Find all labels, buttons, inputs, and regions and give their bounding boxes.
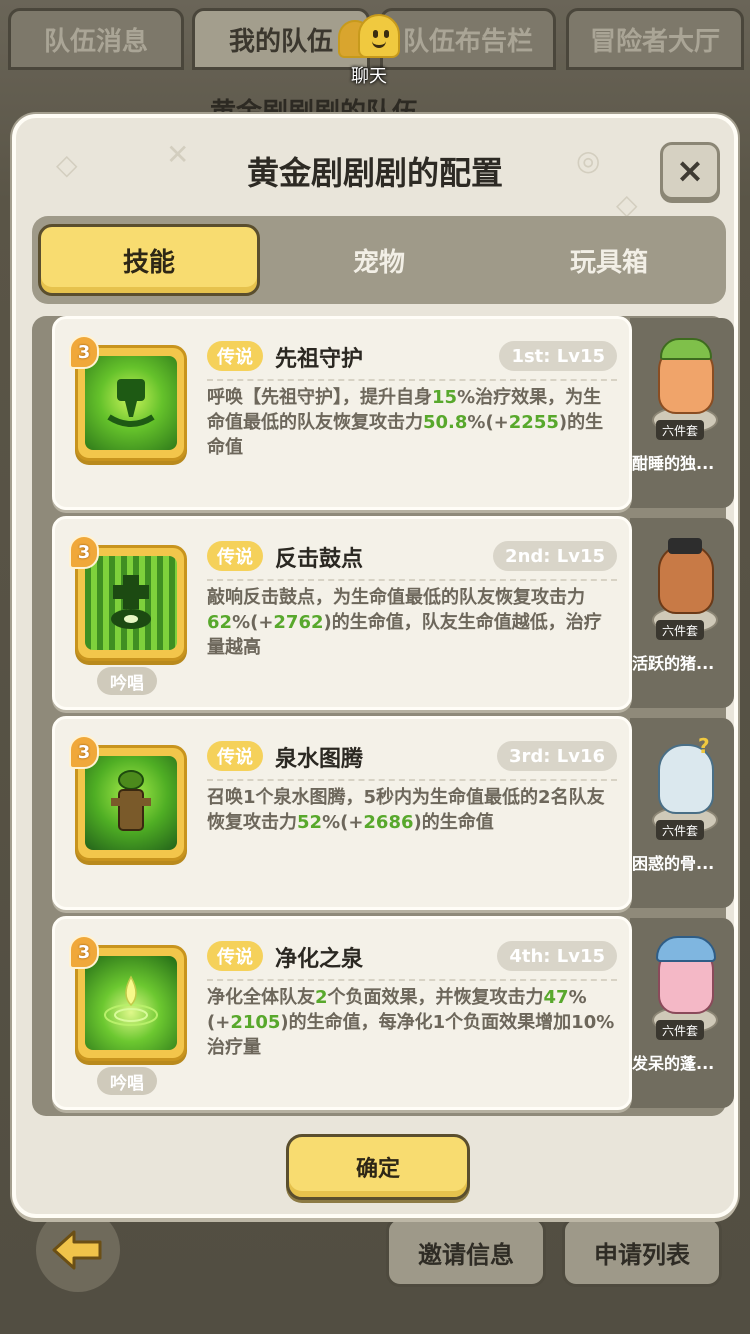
companion-slot[interactable]: 六件套 发呆的蓬... [630,918,734,1108]
set-badge: 六件套 [656,1020,705,1040]
tab-label: 我的队伍 [228,26,333,57]
invite-info-button[interactable]: 邀请信息 [386,1217,546,1287]
companion-slot[interactable]: ? 六件套 困惑的骨... [630,718,734,908]
companion-name: 活跃的猪... [632,654,715,673]
desc-text: 呼唤【先祖守护】，提升自身 [207,387,432,408]
skill-name: 净化之泉 [275,947,364,972]
skill-card[interactable]: 3 传说 泉水图腾 3rd: Lv16 召唤1个泉水图腾，5秒内为生命值最低的2… [52,716,632,910]
configuration-dialog: ◇ ✕ ◎ ◇ 黄金剧剧剧的配置 × 技能 宠物 玩具箱 六件套 酣睡的独...… [12,114,738,1218]
desc-text: %(+ [232,612,274,633]
skill-card[interactable]: 3 吟唱 传说 反击鼓点 2nd: Lv15 敲响反击鼓点，为生命值最低的队友恢… [52,516,632,710]
skill-level-tag: 2nd: Lv15 [493,541,617,571]
desc-value: 2105 [230,1012,281,1033]
desc-value: 2762 [273,612,324,633]
tab-label: 技能 [122,247,175,278]
button-label: 邀请信息 [418,1240,514,1269]
skill-name: 先祖守护 [275,347,364,372]
confirm-button[interactable]: 确定 [286,1134,470,1200]
close-icon: × [675,151,705,191]
arrow-left-icon [52,1230,102,1270]
desc-value: 52 [297,812,323,833]
chat-ghost-icon [334,12,404,60]
skill-description: 敲响反击鼓点，为生命值最低的队友恢复攻击力62%(+2762)的生命值，队友生命… [207,585,617,660]
skill-card[interactable]: 3 吟唱 传说 净化之泉 4th: Lv15 净化全体队友2个负面效果，并恢复攻… [52,916,632,1110]
divider [207,979,617,981]
desc-value: 2 [315,987,328,1008]
desc-text: %(+ [467,412,509,433]
config-tabs: 技能 宠物 玩具箱 [32,216,726,304]
skill-level-tag: 3rd: Lv16 [496,741,617,771]
rank-badge: 3 [69,535,99,569]
desc-text: 净化全体队友 [207,987,315,1008]
close-button[interactable]: × [660,142,720,200]
totem-icon [111,770,151,831]
divider [207,379,617,381]
rarity-tag: 传说 [207,541,263,571]
skill-card[interactable]: 3 传说 先祖守护 1st: Lv15 呼唤【先祖守护】，提升自身15%治疗效果… [52,316,632,510]
tab-label: 冒险者大厅 [589,26,720,57]
ancestor-guard-icon [107,379,155,427]
rank-badge: 3 [69,935,99,969]
skill-description: 净化全体队友2个负面效果，并恢复攻击力47%(+2105)的生命值，每净化1个负… [207,985,617,1060]
companion-name: 发呆的蓬... [632,1054,715,1073]
chat-button[interactable]: 聊天 [334,12,404,87]
button-label: 确定 [355,1157,400,1182]
back-button[interactable] [36,1208,120,1292]
skill-list: 六件套 酣睡的独... 六件套 活跃的猪... ? 六件套 困惑的骨... 六件… [32,316,734,1116]
tab-team-board[interactable]: 队伍布告栏 [380,8,556,70]
apply-list-button[interactable]: 申请列表 [562,1217,722,1287]
companion-slot[interactable]: 六件套 酣睡的独... [630,318,734,508]
drum-icon [111,575,151,629]
rank-badge: 3 [69,735,99,769]
desc-text: 个负面效果，并恢复攻击力 [327,987,544,1008]
skill-description: 召唤1个泉水图腾，5秒内为生命值最低的2名队友恢复攻击力52%(+2686)的生… [207,785,617,835]
desc-text: )的生命值 [413,812,494,833]
desc-value: 47 [543,987,569,1008]
skill-description: 呼唤【先祖守护】，提升自身15%治疗效果，为生命值最低的队友恢复攻击力50.8%… [207,385,617,460]
desc-text: 敲响反击鼓点，为生命值最低的队友恢复攻击力 [207,587,585,608]
skill-name: 泉水图腾 [275,747,364,772]
button-label: 申请列表 [594,1240,690,1269]
set-badge: 六件套 [656,420,705,440]
tab-adventurer-hall[interactable]: 冒险者大厅 [566,8,744,70]
chant-tag: 吟唱 [97,1067,157,1095]
companion-name: 困惑的骨... [632,854,715,873]
desc-value: 50.8 [423,412,468,433]
rarity-tag: 传说 [207,741,263,771]
desc-value: 62 [207,612,233,633]
tab-skills[interactable]: 技能 [38,224,260,296]
tab-label: 宠物 [352,247,405,278]
rarity-tag: 传说 [207,941,263,971]
tab-label: 玩具箱 [569,247,648,278]
tab-label: 队伍消息 [43,26,148,57]
divider [207,579,617,581]
desc-value: 15 [432,387,458,408]
tab-toybox[interactable]: 玩具箱 [498,224,720,296]
tab-label: 队伍布告栏 [402,26,533,57]
skill-level-tag: 4th: Lv15 [497,941,617,971]
set-badge: 六件套 [656,820,705,840]
rarity-tag: 传说 [207,341,263,371]
desc-value: 2255 [508,412,559,433]
dialog-title: 黄金剧剧剧的配置 [246,154,503,192]
skill-level-tag: 1st: Lv15 [499,341,617,371]
divider [207,779,617,781]
companion-slot[interactable]: 六件套 活跃的猪... [630,518,734,708]
desc-text: %(+ [322,812,364,833]
tab-team-messages[interactable]: 队伍消息 [8,8,184,70]
tab-pets[interactable]: 宠物 [268,224,490,296]
chat-label: 聊天 [351,66,387,87]
rank-badge: 3 [69,335,99,369]
droplet-icon [104,975,158,1026]
skill-name: 反击鼓点 [275,547,364,572]
companion-name: 酣睡的独... [632,454,715,473]
desc-value: 2686 [363,812,414,833]
set-badge: 六件套 [656,620,705,640]
chant-tag: 吟唱 [97,667,157,695]
